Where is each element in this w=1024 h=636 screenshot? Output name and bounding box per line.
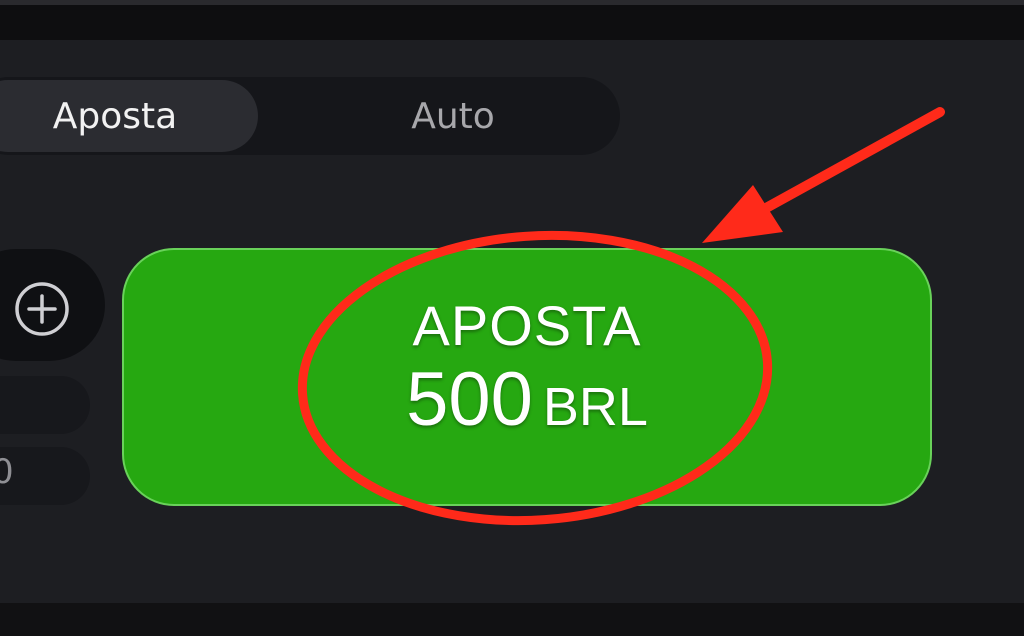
tab-auto[interactable]: Auto xyxy=(300,77,606,155)
bet-button-amount-row: 500 BRL xyxy=(406,356,648,461)
top-bar xyxy=(0,0,1024,40)
bet-mode-tabs: Aposta Auto xyxy=(0,77,620,155)
bet-button-label: APOSTA xyxy=(412,293,642,357)
tab-bet-label: Aposta xyxy=(52,95,178,137)
tab-bet[interactable]: Aposta xyxy=(0,80,258,152)
bet-amount: 500 xyxy=(406,356,533,442)
quick-amount-field[interactable] xyxy=(0,376,90,434)
place-bet-button[interactable]: APOSTA 500 BRL xyxy=(122,248,932,506)
tab-auto-label: Auto xyxy=(411,95,495,137)
bottom-bar xyxy=(0,603,1024,636)
bet-currency: BRL xyxy=(542,376,648,437)
amount-value-text: 0 xyxy=(0,452,14,492)
plus-circle-icon[interactable] xyxy=(14,281,70,337)
